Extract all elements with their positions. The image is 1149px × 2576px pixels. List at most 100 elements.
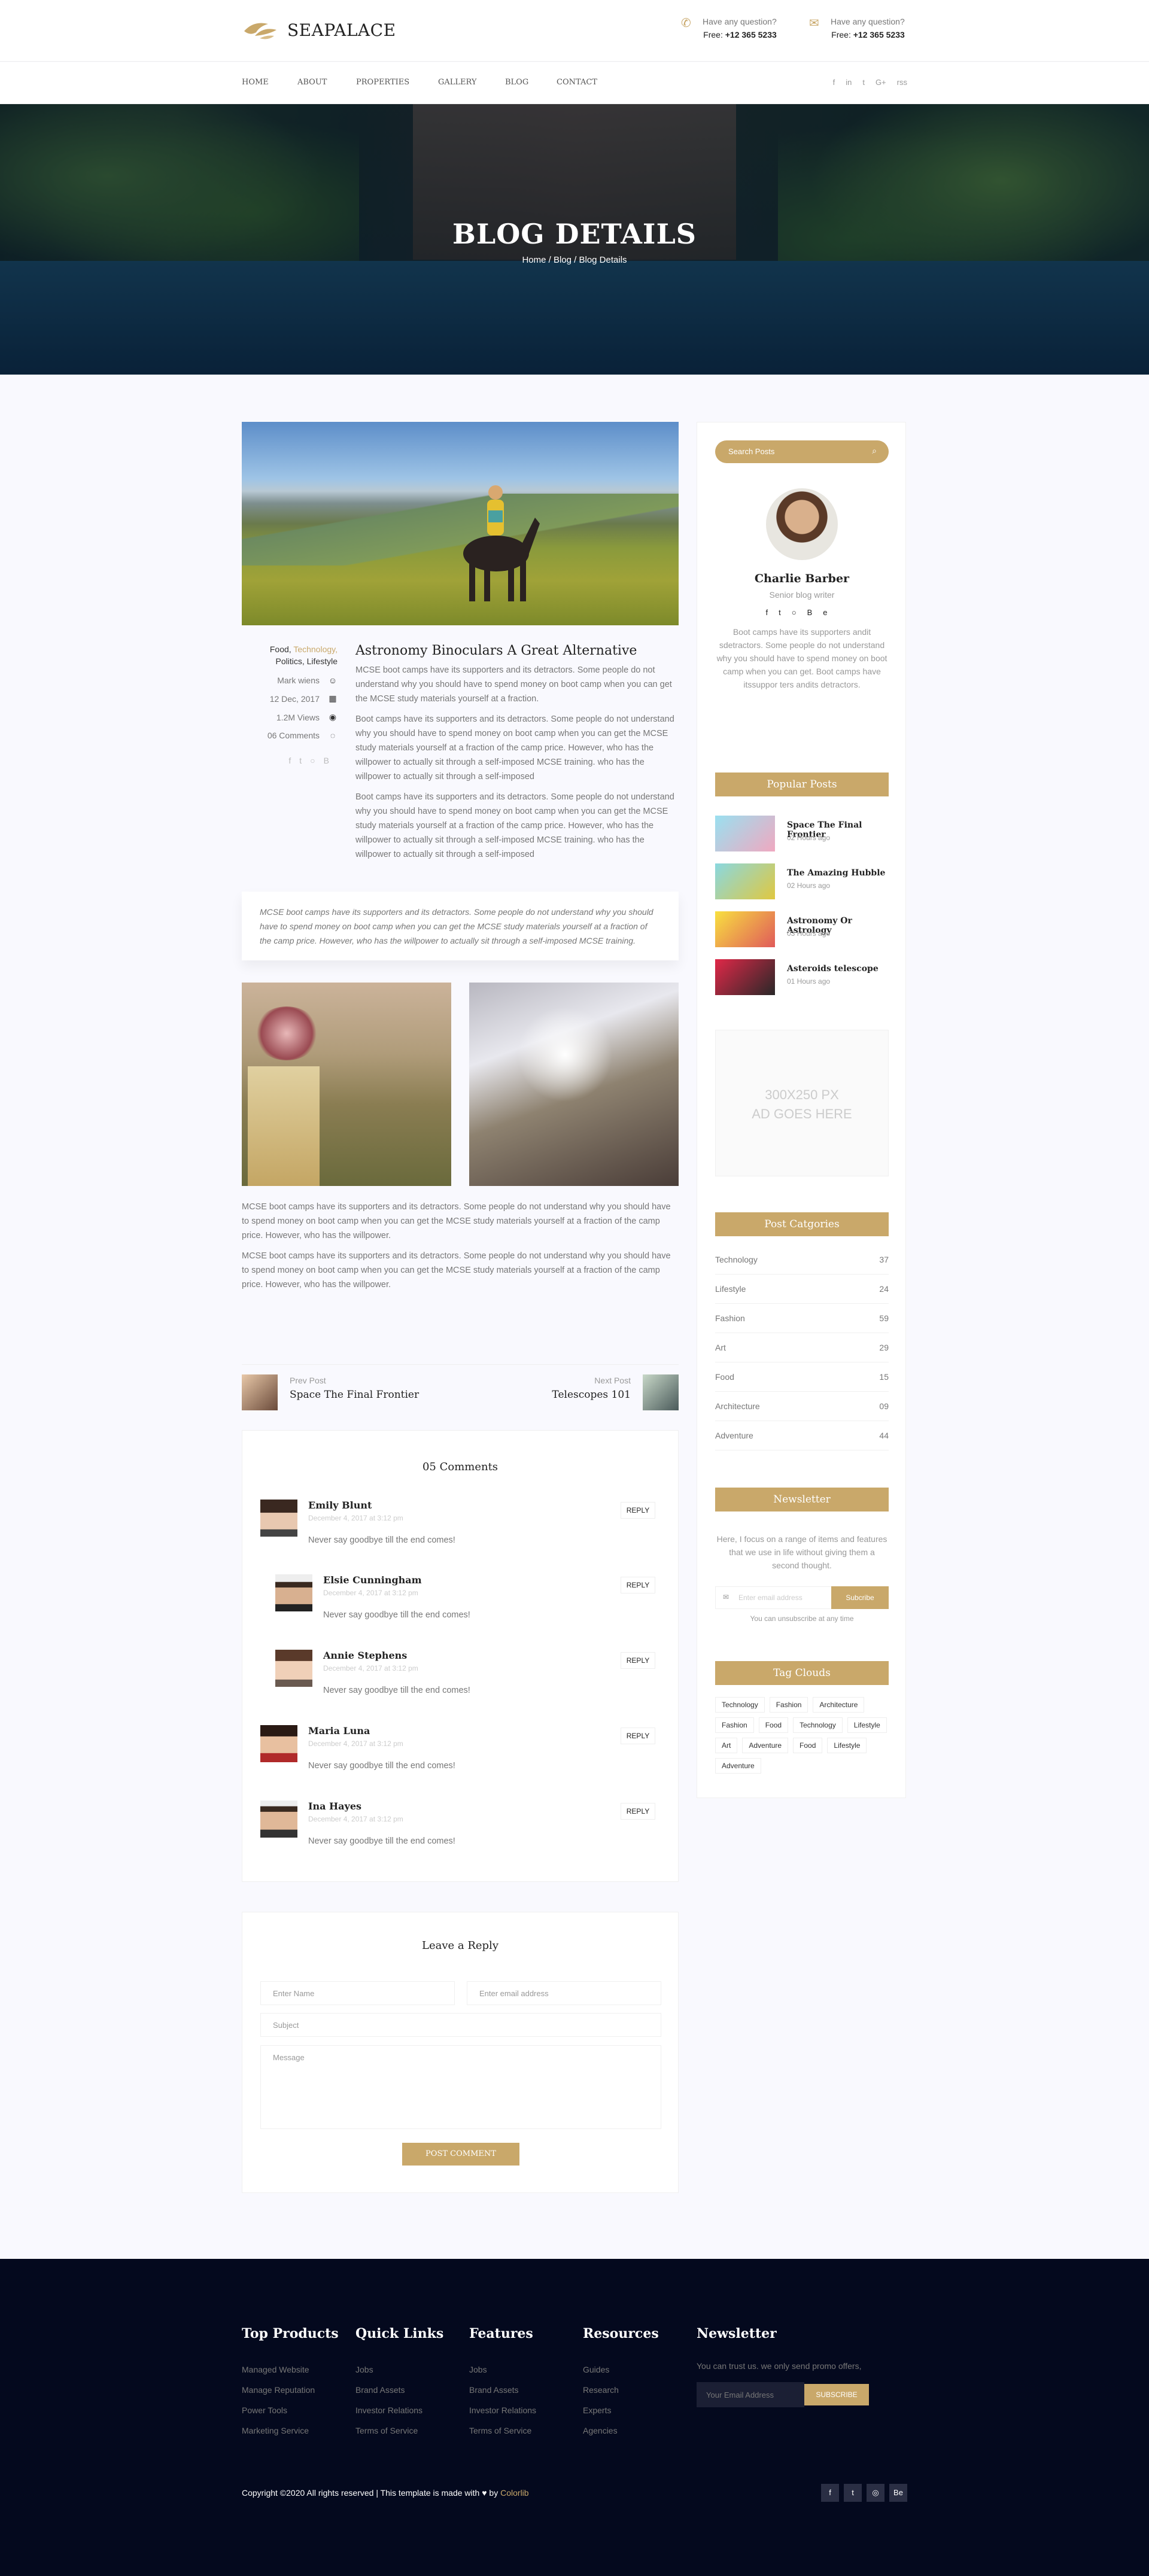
twitter-icon[interactable]: t	[862, 78, 865, 87]
prev-post-title[interactable]: Space The Final Frontier	[290, 1389, 419, 1401]
author-social: ft○Be	[697, 608, 907, 617]
footer-link[interactable]: Experts	[583, 2400, 659, 2420]
footer-link[interactable]: Research	[583, 2380, 659, 2400]
tag[interactable]: Adventure	[715, 1758, 761, 1774]
popular-post[interactable]: Space The Final Frontier 02 Hours ago	[715, 816, 889, 851]
contact-phone-number[interactable]: +12 365 5233	[725, 30, 777, 39]
prev-post-thumb[interactable]	[242, 1374, 278, 1410]
dribbble-icon[interactable]: ◎	[867, 2484, 884, 2502]
tag[interactable]: Technology	[715, 1697, 765, 1713]
tag[interactable]: Food	[793, 1738, 823, 1753]
footer-link[interactable]: Brand Assets	[469, 2380, 536, 2400]
tag[interactable]: Fashion	[715, 1717, 754, 1733]
next-post-title[interactable]: Telescopes 101	[552, 1389, 631, 1401]
footer-link[interactable]: Power Tools	[242, 2400, 339, 2420]
post-author[interactable]: Mark wiens	[277, 676, 320, 685]
reply-button[interactable]: REPLY	[621, 1577, 655, 1593]
tag[interactable]: Architecture	[813, 1697, 865, 1713]
footer-link[interactable]: Terms of Service	[355, 2420, 443, 2441]
post-comment-button[interactable]: POST COMMENT	[402, 2143, 519, 2166]
category-count: 15	[879, 1372, 889, 1382]
tag[interactable]: Adventure	[742, 1738, 789, 1753]
category-item[interactable]: Fashion 59	[715, 1304, 889, 1333]
newsletter-email-input[interactable]: ✉ Enter email address Subcribe	[715, 1586, 889, 1609]
facebook-icon[interactable]: f	[765, 608, 779, 617]
footer-link[interactable]: Managed Website	[242, 2359, 339, 2380]
footer-link[interactable]: Agencies	[583, 2420, 659, 2441]
message-textarea[interactable]: Message	[260, 2045, 661, 2129]
popular-post[interactable]: Asteroids telescope 01 Hours ago	[715, 959, 889, 995]
popular-post[interactable]: The Amazing Hubble 02 Hours ago	[715, 863, 889, 899]
linkedin-icon[interactable]: in	[846, 78, 852, 87]
comment-date: December 4, 2017 at 3:12 pm	[323, 1589, 418, 1597]
category-item[interactable]: Lifestyle 24	[715, 1275, 889, 1304]
behance-icon[interactable]: Be	[807, 608, 838, 617]
footer-link[interactable]: Manage Reputation	[242, 2380, 339, 2400]
category-item[interactable]: Architecture 09	[715, 1392, 889, 1421]
tag[interactable]: Fashion	[769, 1697, 808, 1713]
footer-subscribe-button[interactable]: SUBSCRIBE	[804, 2384, 869, 2405]
category-item[interactable]: Art 29	[715, 1333, 889, 1362]
footer-link[interactable]: Guides	[583, 2359, 659, 2380]
subscribe-button[interactable]: Subcribe	[831, 1586, 889, 1609]
nav-blog[interactable]: BLOG	[505, 78, 557, 87]
search-icon[interactable]: ⌕	[872, 446, 877, 456]
subject-input[interactable]: Subject	[260, 2013, 661, 2037]
name-input[interactable]: Enter Name	[260, 1981, 455, 2005]
facebook-icon[interactable]: f	[821, 2484, 839, 2502]
tag[interactable]: Lifestyle	[847, 1717, 887, 1733]
google-plus-icon[interactable]: G+	[876, 78, 886, 87]
email-input[interactable]: Enter email address	[467, 1981, 661, 2005]
category-count: 09	[879, 1401, 889, 1411]
footer-link[interactable]: Investor Relations	[355, 2400, 443, 2420]
logo[interactable]: SEAPALACE	[242, 18, 396, 42]
popular-post[interactable]: Astronomy Or Astrology 03 Hours ago	[715, 911, 889, 947]
footer-link[interactable]: Marketing Service	[242, 2420, 339, 2441]
category-link[interactable]: Technology,	[293, 644, 338, 654]
footer-email-input[interactable]: Your Email Address	[697, 2382, 804, 2407]
nav-properties[interactable]: PROPERTIES	[356, 78, 438, 87]
category-link[interactable]: Food,	[270, 644, 291, 654]
tag[interactable]: Art	[715, 1738, 738, 1753]
popular-post-title[interactable]: Asteroids telescope	[787, 964, 879, 974]
search-input[interactable]: Search Posts ⌕	[715, 440, 889, 463]
nav-gallery[interactable]: GALLERY	[438, 78, 505, 87]
contact-phone-number[interactable]: +12 365 5233	[853, 30, 905, 39]
nav-contact[interactable]: CONTACT	[557, 78, 597, 87]
category-name: Adventure	[715, 1431, 753, 1440]
reply-button[interactable]: REPLY	[621, 1652, 655, 1669]
facebook-icon[interactable]: f	[288, 756, 299, 765]
twitter-icon[interactable]: t	[299, 756, 310, 765]
category-item[interactable]: Technology 37	[715, 1245, 889, 1275]
colorlib-link[interactable]: Colorlib	[500, 2488, 528, 2498]
tag[interactable]: Food	[758, 1717, 789, 1733]
reply-button[interactable]: REPLY	[621, 1728, 655, 1744]
behance-icon[interactable]: Be	[889, 2484, 907, 2502]
footer-link[interactable]: Investor Relations	[469, 2400, 536, 2420]
footer-link[interactable]: Jobs	[469, 2359, 536, 2380]
tag[interactable]: Technology	[793, 1717, 843, 1733]
reply-button[interactable]: REPLY	[621, 1502, 655, 1519]
facebook-icon[interactable]: f	[833, 78, 835, 87]
breadcrumb[interactable]: Home / Blog / Blog Details	[0, 255, 1149, 265]
footer-link[interactable]: Jobs	[355, 2359, 443, 2380]
nav-home[interactable]: HOME	[242, 78, 297, 87]
reply-button[interactable]: REPLY	[621, 1803, 655, 1820]
category-item[interactable]: Food 15	[715, 1362, 889, 1392]
behance-icon[interactable]: B	[324, 756, 338, 765]
twitter-icon[interactable]: t	[844, 2484, 862, 2502]
twitter-icon[interactable]: t	[779, 608, 792, 617]
github-icon[interactable]: ○	[792, 608, 807, 617]
rss-icon[interactable]: rss	[897, 78, 907, 87]
footer-link[interactable]: Terms of Service	[469, 2420, 536, 2441]
popular-post-title[interactable]: The Amazing Hubble	[787, 868, 885, 878]
tag[interactable]: Lifestyle	[827, 1738, 867, 1753]
post-comments-count[interactable]: 06 Comments	[268, 731, 320, 740]
github-icon[interactable]: ○	[310, 756, 323, 765]
next-post-thumb[interactable]	[643, 1374, 679, 1410]
author-name: Charlie Barber	[754, 572, 850, 585]
nav-about[interactable]: ABOUT	[297, 78, 356, 87]
category-link[interactable]: Politics, Lifestyle	[276, 656, 338, 666]
footer-link[interactable]: Brand Assets	[355, 2380, 443, 2400]
category-item[interactable]: Adventure 44	[715, 1421, 889, 1450]
